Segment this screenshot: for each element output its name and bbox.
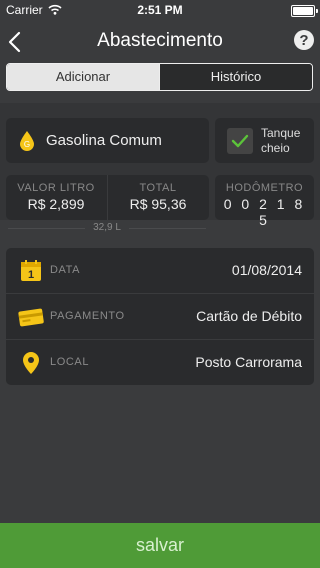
fuel-drop-letter: G [24,140,30,149]
location-label: LOCAL [50,356,90,368]
calendar-icon: 1 [21,260,41,281]
full-tank-label: Tanque cheio [261,126,300,156]
total-amount[interactable]: TOTAL R$ 95,36 [108,182,208,212]
full-tank-toggle[interactable]: Tanque cheio [215,118,314,163]
odometer-label: HODÔMETRO [225,182,304,194]
location-pin-icon [23,352,39,374]
odometer-card[interactable]: HODÔMETRO 0 0 2 1 8 5 [215,175,314,228]
payment-value: Cartão de Débito [196,308,302,324]
price-per-liter[interactable]: VALOR LITRO R$ 2,899 [6,182,106,212]
list-item-payment[interactable]: PAGAMENTO Cartão de Débito [6,293,314,339]
status-time: 2:51 PM [137,3,183,17]
date-label: DATA [50,264,81,276]
credit-card-icon [18,308,44,327]
fuel-type-selector[interactable]: G Gasolina Comum [6,118,209,163]
status-bar: Carrier 2:51 PM [0,0,320,20]
details-list: 1 DATA 01/08/2014 PAGAMENTO Cartão de Dé… [6,248,314,385]
fuel-drop-icon: G [20,131,34,151]
odometer-value: 0 0 2 1 8 5 [223,196,306,228]
liters-value: 32,9 L [85,222,129,233]
location-value: Posto Carrorama [195,354,302,370]
odometer: HODÔMETRO 0 0 2 1 8 5 [215,182,314,228]
liters-amount: 32,9 L [0,222,214,233]
date-value: 01/08/2014 [231,262,302,278]
checkmark-icon [231,134,249,148]
list-item-date[interactable]: 1 DATA 01/08/2014 [6,248,314,293]
list-item-location[interactable]: LOCAL Posto Carrorama [6,339,314,385]
payment-label: PAGAMENTO [50,310,125,322]
total-label: TOTAL [139,182,177,194]
full-tank-checkbox[interactable] [227,128,253,154]
navigation-bar: Abastecimento ? [0,20,320,64]
full-tank-label-line1: Tanque [261,126,301,140]
fuel-type-label: Gasolina Comum [46,132,162,149]
tab-control: Adicionar Histórico [6,63,313,91]
page-title: Abastecimento [97,30,223,51]
price-per-liter-label: VALOR LITRO [17,182,95,194]
help-button[interactable]: ? [294,30,314,50]
price-total-card: VALOR LITRO R$ 2,899 TOTAL R$ 95,36 [6,175,209,220]
battery-icon [291,5,318,17]
save-button[interactable]: salvar [0,523,320,568]
price-per-liter-value: R$ 2,899 [27,196,85,212]
save-button-label: salvar [135,535,184,555]
total-value: R$ 95,36 [129,196,187,212]
tab-historico[interactable]: Histórico [159,64,312,90]
full-tank-label-line2: cheio [261,141,290,155]
tab-adicionar[interactable]: Adicionar [7,64,159,90]
calendar-day: 1 [28,269,34,281]
